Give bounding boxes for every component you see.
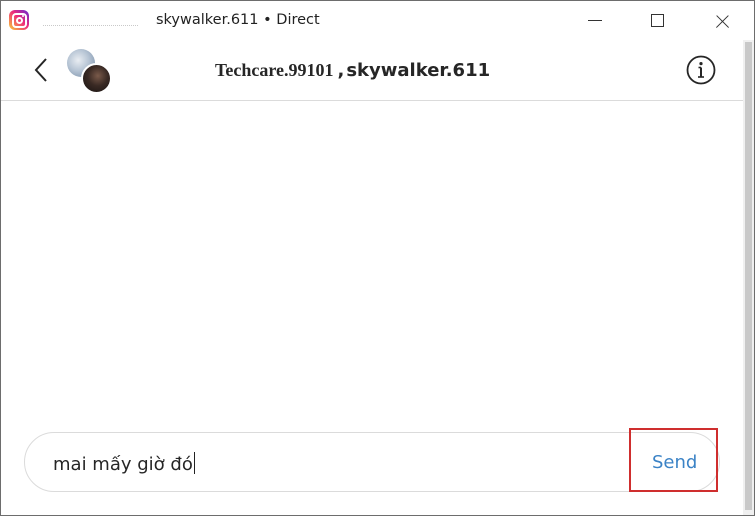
- name-separator: ,: [337, 60, 345, 81]
- window-title: skywalker.611 • Direct: [156, 12, 320, 28]
- conversation-title[interactable]: Techcare.99101, skywalker.611: [215, 60, 490, 81]
- app-window: skywalker.611 • Direct Techcare.99101, sk…: [0, 0, 755, 516]
- send-button[interactable]: Send: [652, 452, 697, 473]
- scrollbar[interactable]: [743, 40, 754, 515]
- text-caret: [193, 452, 195, 474]
- avatar: [81, 63, 112, 94]
- chevron-left-icon[interactable]: [31, 56, 53, 84]
- close-button[interactable]: [698, 1, 744, 40]
- info-icon[interactable]: [686, 55, 716, 85]
- scrollbar-thumb[interactable]: [745, 42, 752, 510]
- title-bar: skywalker.611 • Direct: [1, 1, 754, 40]
- message-composer[interactable]: mai mấy giờ đó: [24, 432, 720, 492]
- instagram-icon: [9, 10, 29, 30]
- message-input[interactable]: mai mấy giờ đó: [53, 452, 195, 475]
- message-input-text: mai mấy giờ đó: [53, 454, 193, 475]
- redacted-title-segment: [43, 23, 138, 26]
- maximize-button[interactable]: [633, 1, 679, 40]
- avatar-group[interactable]: [67, 49, 112, 94]
- participant-name: skywalker.611: [346, 60, 491, 81]
- minimize-button[interactable]: [567, 1, 613, 40]
- message-thread[interactable]: [1, 101, 743, 421]
- conversation-header: Techcare.99101, skywalker.611: [1, 40, 743, 101]
- participant-name: Techcare.99101: [215, 60, 334, 80]
